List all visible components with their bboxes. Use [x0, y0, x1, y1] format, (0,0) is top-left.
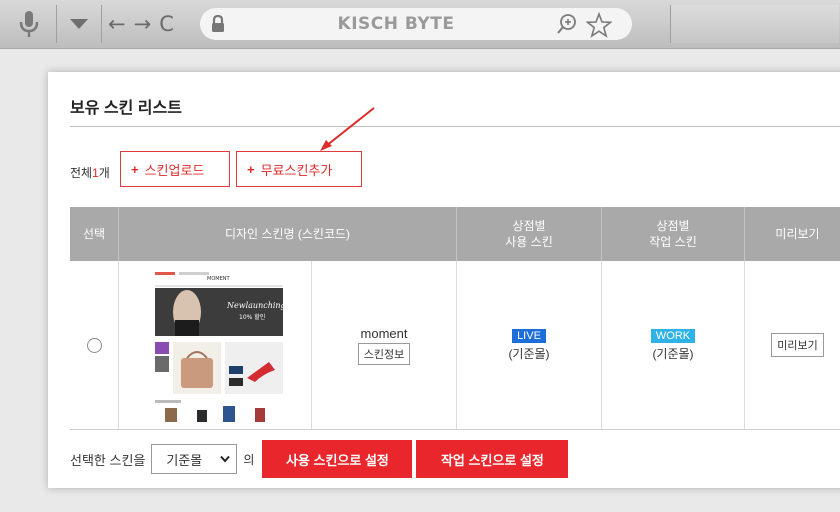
header-work-line2: 작업 스킨: [649, 235, 697, 249]
select-suffix: 의: [243, 452, 255, 467]
total-count: 전체1개: [70, 164, 110, 181]
browser-toolbar: ← → C KISCH BYTE: [0, 0, 840, 49]
skin-thumbnail: MOMENT Newlaunching 10% 할인: [137, 266, 289, 424]
live-badge: LIVE: [512, 328, 546, 343]
skin-name: moment: [360, 325, 408, 341]
header-work-skin: 상점별작업 스킨: [602, 207, 745, 261]
header-work-line1: 상점별: [656, 219, 690, 233]
live-status: (기준몰): [508, 346, 550, 361]
header-use-line1: 상점별: [512, 219, 546, 233]
bulk-action-bar: 선택한 스킨을 기준몰 의 사용 스킨으로 설정 작업 스킨으로 설정: [70, 440, 572, 478]
skin-select-radio[interactable]: [86, 337, 102, 353]
header-select: 선택: [70, 207, 119, 261]
work-badge: WORK: [650, 328, 696, 343]
work-skin-cell: WORK (기준몰): [602, 261, 745, 429]
chevron-down-icon: [220, 455, 231, 463]
header-use-skin: 상점별사용 스킨: [457, 207, 602, 261]
free-skin-add-label: 무료스킨추가: [260, 162, 333, 178]
skin-info-button[interactable]: 스킨정보: [357, 342, 411, 365]
free-skin-add-button[interactable]: + 무료스킨추가: [236, 151, 362, 187]
set-work-skin-button[interactable]: 작업 스킨으로 설정: [416, 440, 569, 478]
table-header: 선택 디자인 스킨명 (스킨코드) 상점별사용 스킨 상점별작업 스킨 미리보기: [70, 207, 840, 261]
forward-icon[interactable]: →: [134, 13, 152, 35]
thumb-brand: MOMENT: [207, 276, 230, 282]
skin-upload-button[interactable]: + 스킨업로드: [120, 151, 230, 187]
header-preview: 미리보기: [775, 227, 820, 241]
annotation-arrow-icon: [320, 107, 375, 151]
select-label: 선택한 스킨을: [70, 452, 146, 468]
navigation-buttons: ← → C: [108, 5, 200, 43]
set-live-skin-button[interactable]: 사용 스킨으로 설정: [262, 440, 413, 478]
thumbnail-cell: MOMENT Newlaunching 10% 할인: [119, 261, 312, 429]
plus-icon: +: [247, 161, 255, 177]
total-prefix: 전체: [70, 166, 93, 180]
reload-icon[interactable]: C: [159, 13, 174, 35]
skin-upload-label: 스킨업로드: [144, 162, 205, 178]
work-status: (기준몰): [652, 346, 694, 361]
back-icon[interactable]: ←: [108, 13, 126, 35]
preview-button[interactable]: 미리보기: [771, 333, 824, 357]
skin-name-cell: moment 스킨정보: [312, 261, 457, 429]
preview-cell: 미리보기: [745, 261, 840, 429]
star-icon[interactable]: [586, 12, 612, 38]
thumb-banner-line1: Newlaunching: [226, 301, 286, 310]
shop-select[interactable]: 기준몰: [151, 444, 238, 474]
plus-icon: +: [131, 161, 139, 177]
title-divider: [70, 126, 840, 127]
skin-list-panel: 보유 스킨 리스트 전체1개 + 스킨업로드 + 무료스킨추가 선택 디자인 스…: [48, 72, 840, 488]
total-suffix: 개: [98, 166, 110, 180]
microphone-icon[interactable]: [4, 5, 54, 43]
shop-select-value: 기준몰: [166, 452, 203, 468]
page-title: 보유 스킨 리스트: [70, 100, 182, 117]
header-use-line2: 사용 스킨: [505, 235, 553, 249]
address-bar[interactable]: KISCH BYTE: [200, 8, 632, 40]
use-skin-cell: LIVE (기준몰): [457, 261, 602, 429]
thumb-banner-line2: 10% 할인: [239, 313, 265, 321]
toolbar-extension-area: [670, 5, 839, 43]
dropdown-icon[interactable]: [56, 5, 102, 43]
header-design-skin: 디자인 스킨명 (스킨코드): [119, 207, 457, 261]
zoom-icon[interactable]: [556, 13, 578, 35]
table-row: MOMENT Newlaunching 10% 할인 moment 스킨정보 L…: [70, 261, 840, 430]
select-cell: [70, 261, 119, 429]
total-number: 1: [92, 166, 99, 180]
